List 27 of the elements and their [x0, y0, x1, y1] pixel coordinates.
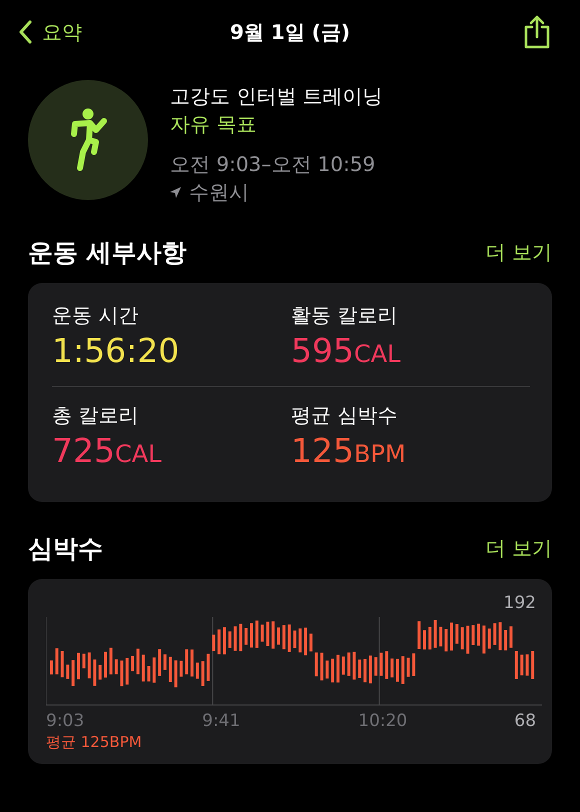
section-title: 운동 세부사항 [28, 237, 187, 269]
min-value: 68 [514, 711, 536, 731]
time-label: 9:03 [46, 711, 86, 731]
page-title: 9월 1일 (금) [230, 18, 350, 46]
section-title: 심박수 [28, 533, 103, 565]
max-value: 192 [504, 593, 536, 613]
time-label: 10:20 [358, 711, 408, 731]
time-label: 9:41 [202, 711, 242, 731]
average-heart-rate: 평균 125BPM [46, 733, 143, 752]
metric-label: 총 칼로리 [52, 402, 140, 429]
workout-time: 오전 9:03–오전 10:59 [170, 151, 376, 178]
workout-goal: 자유 목표 [170, 111, 258, 138]
metric-value: 1:56:20 [52, 330, 180, 372]
metric-label: 활동 칼로리 [291, 302, 398, 329]
metric-value: 125BPM [291, 430, 407, 472]
chevron-left-icon [18, 20, 32, 44]
metric-value: 725CAL [52, 430, 163, 472]
workout-name: 고강도 인터벌 트레이닝 [170, 83, 383, 110]
metric-label: 평균 심박수 [291, 402, 398, 429]
metric-label: 운동 시간 [52, 302, 140, 329]
location-arrow-icon [170, 186, 181, 198]
metric-value: 595CAL [291, 330, 402, 372]
workout-location: 수원시 [189, 179, 249, 206]
more-link[interactable]: 더 보기 [486, 535, 552, 562]
back-button[interactable]: 요약 [18, 18, 82, 46]
more-link[interactable]: 더 보기 [486, 239, 552, 266]
share-icon[interactable] [522, 15, 552, 49]
